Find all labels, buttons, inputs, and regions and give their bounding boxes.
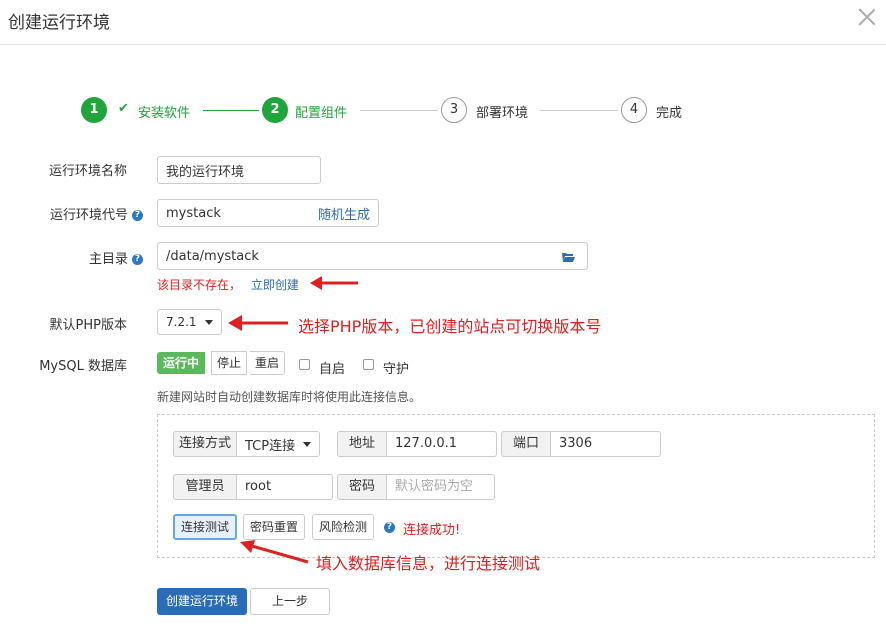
password-reset-button[interactable]: 密码重置 <box>243 514 306 540</box>
dialog-title: 创建运行环境 <box>8 13 110 33</box>
conn-method-addon: 连接方式 <box>173 431 237 457</box>
step-1-circle: 1 <box>81 97 107 123</box>
stop-button[interactable]: 停止 <box>211 351 248 375</box>
close-icon[interactable] <box>856 6 878 28</box>
admin-field[interactable] <box>237 474 333 500</box>
arrow-annotation <box>310 276 358 290</box>
autostart-label: 自启 <box>319 362 346 377</box>
php-annotation: 选择PHP版本，已创建的站点可切换版本号 <box>298 317 602 336</box>
check-icon: ✔ <box>118 101 129 116</box>
autostart-checkbox[interactable] <box>299 359 310 370</box>
port-addon: 端口 <box>501 431 551 457</box>
env-name-input[interactable] <box>166 162 312 178</box>
root-dir-error: 该目录不存在， 立即创建 <box>157 278 299 292</box>
step-4-label: 完成 <box>656 106 683 121</box>
restart-button[interactable]: 重启 <box>250 351 286 375</box>
php-version-label: 默认PHP版本 <box>49 318 127 333</box>
addr-input[interactable] <box>395 436 488 451</box>
connection-test-button[interactable]: 连接测试 <box>173 514 238 540</box>
env-code-field[interactable]: 随机生成 <box>157 199 379 227</box>
conn-method-select[interactable]: TCP连接 <box>236 431 321 457</box>
help-icon[interactable]: ? <box>132 210 143 221</box>
admin-input[interactable] <box>245 479 324 494</box>
step-connector <box>540 110 618 111</box>
caret-down-icon <box>204 319 213 325</box>
running-status-badge: 运行中 <box>157 352 206 374</box>
pwd-addon: 密码 <box>337 474 387 500</box>
step-1-label: 安装软件 <box>138 106 191 121</box>
root-dir-label: 主目录? <box>20 248 143 267</box>
addr-addon: 地址 <box>337 431 387 457</box>
connection-success-text: 连接成功! <box>403 523 461 538</box>
step-3-label: 部署环境 <box>476 106 529 121</box>
php-version-select[interactable]: 7.2.1 <box>157 309 222 335</box>
env-name-field[interactable] <box>157 156 321 184</box>
folder-open-icon[interactable] <box>562 252 575 262</box>
step-connector <box>203 110 259 111</box>
root-dir-input[interactable] <box>166 248 579 264</box>
random-generate-link[interactable]: 随机生成 <box>318 204 370 223</box>
port-field[interactable] <box>551 431 661 457</box>
step-3-circle: 3 <box>441 97 467 123</box>
pwd-input[interactable] <box>395 479 486 494</box>
help-icon[interactable]: ? <box>132 254 143 265</box>
step-4-circle: 4 <box>621 97 647 123</box>
root-dir-field[interactable] <box>157 242 588 270</box>
mysql-note: 新建网站时自动创建数据库时将使用此连接信息。 <box>157 390 422 404</box>
info-icon: ? <box>384 522 395 533</box>
prev-step-button[interactable]: 上一步 <box>250 588 330 615</box>
env-code-input[interactable] <box>166 205 306 221</box>
mysql-label: MySQL 数据库 <box>39 359 127 374</box>
create-env-button[interactable]: 创建运行环境 <box>157 588 247 615</box>
arrow-annotation <box>228 315 288 331</box>
addr-field[interactable] <box>387 431 497 457</box>
step-connector <box>360 110 438 111</box>
arrow-annotation <box>240 540 309 564</box>
guard-label: 守护 <box>383 362 410 377</box>
env-code-label: 运行环境代号? <box>20 204 143 223</box>
db-annotation: 填入数据库信息，进行连接测试 <box>316 554 541 573</box>
caret-down-icon <box>303 441 312 447</box>
risk-check-button[interactable]: 风险检测 <box>312 514 375 540</box>
env-name-label: 运行环境名称 <box>48 164 127 179</box>
admin-addon: 管理员 <box>173 474 237 500</box>
pwd-field[interactable] <box>387 474 495 500</box>
step-2-label: 配置组件 <box>295 106 348 121</box>
guard-checkbox[interactable] <box>363 359 374 370</box>
create-now-link[interactable]: 立即创建 <box>251 278 299 292</box>
step-2-circle: 2 <box>262 97 288 123</box>
port-input[interactable] <box>559 436 652 451</box>
title-divider <box>0 44 886 45</box>
